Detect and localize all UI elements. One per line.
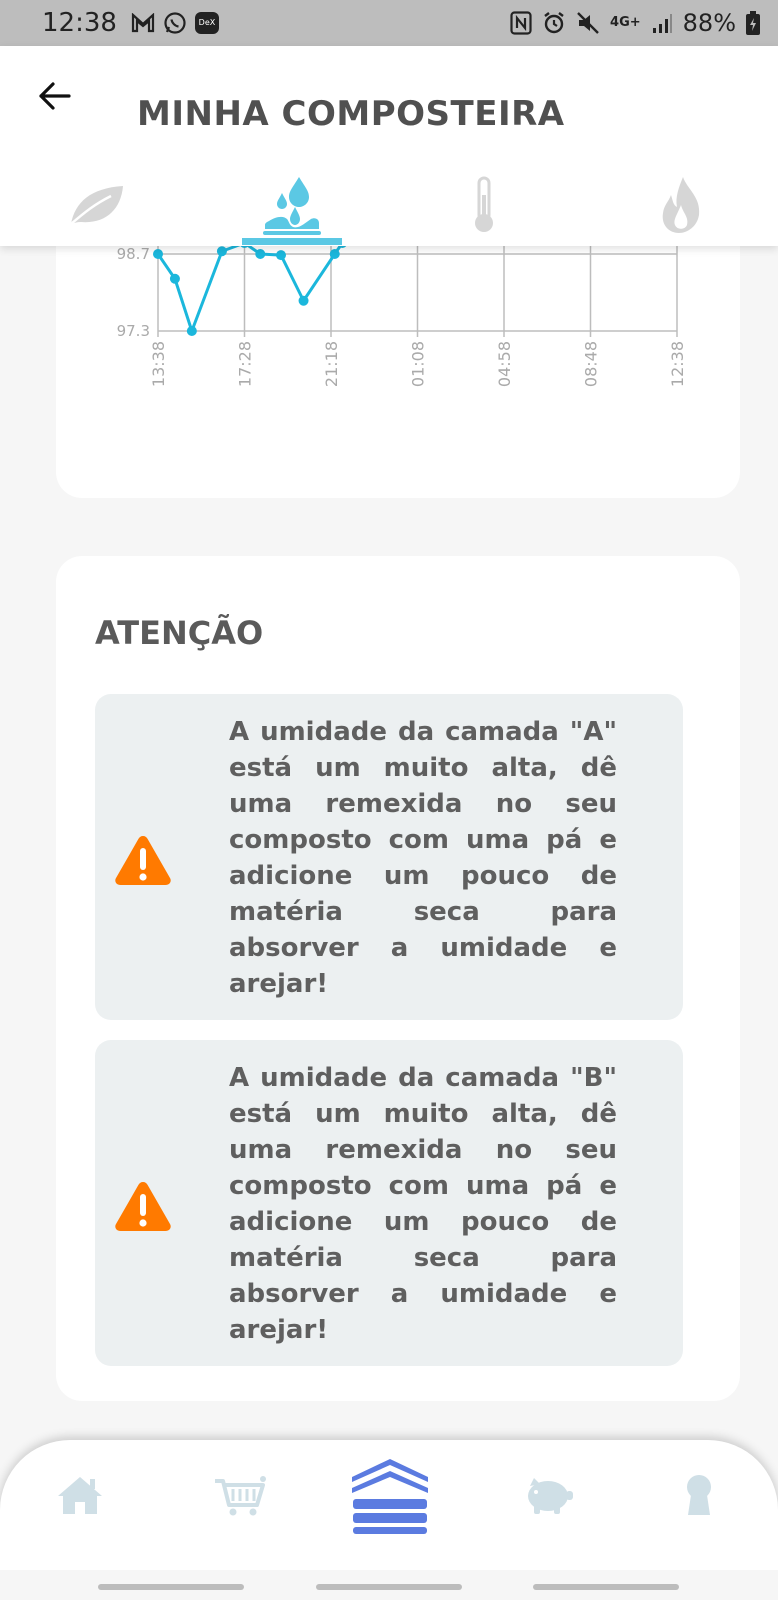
piggy-bank-icon xyxy=(528,1478,573,1514)
signal-icon xyxy=(652,14,672,33)
x-tick-label: 08:48 xyxy=(582,341,601,387)
status-left-icons: DeX xyxy=(131,11,219,35)
app-bar: MINHA COMPOSTEIRA xyxy=(0,46,778,246)
x-tick-label: 12:38 xyxy=(668,341,687,387)
warning-icon xyxy=(115,1182,171,1231)
app-screen: 12:38 DeX 4G+ 88% 13:38 17:28 21:18 01:08 04… xyxy=(0,0,778,1600)
page-title: MINHA COMPOSTEIRA xyxy=(137,94,565,134)
home-icon xyxy=(58,1477,102,1514)
dex-icon: DeX xyxy=(194,12,219,34)
x-tick-label: 21:18 xyxy=(322,341,341,387)
tab-leaf[interactable] xyxy=(36,164,156,246)
status-bar: 12:38 DeX 4G+ 88% xyxy=(0,0,778,46)
flame-icon xyxy=(662,177,700,233)
gesture-pill-center xyxy=(316,1584,462,1590)
nfc-icon xyxy=(510,11,532,35)
mute-icon xyxy=(577,12,599,34)
nav-savings[interactable] xyxy=(503,1440,593,1550)
warning-icon xyxy=(115,836,171,885)
status-time: 12:38 xyxy=(42,8,117,38)
back-button[interactable] xyxy=(34,76,74,116)
alarm-icon xyxy=(544,12,564,34)
gesture-bar xyxy=(0,1570,778,1600)
alerts-title: ATENÇÃO xyxy=(95,614,264,652)
data-point xyxy=(275,250,286,261)
tab-gas[interactable] xyxy=(621,164,741,246)
alert-message: A umidade da camada "B" está um muito al… xyxy=(229,1063,617,1345)
x-tick-label: 01:08 xyxy=(409,341,428,387)
layers-icon xyxy=(352,1459,428,1534)
x-tick-label: 13:38 xyxy=(149,341,168,387)
tab-temperature[interactable] xyxy=(424,164,544,246)
tab-active-indicator xyxy=(242,238,342,245)
nav-profile[interactable] xyxy=(654,1440,744,1550)
battery-icon xyxy=(746,11,760,35)
shopping-cart-icon xyxy=(215,1476,266,1516)
gmail-icon xyxy=(131,13,155,33)
y-tick-label: 97.3 xyxy=(117,322,150,340)
gesture-pill-right xyxy=(533,1584,679,1590)
data-point xyxy=(255,249,266,259)
battery-percent: 88% xyxy=(682,9,736,37)
data-point xyxy=(169,273,180,284)
category-tabs xyxy=(0,164,778,246)
tab-humidity[interactable] xyxy=(232,164,352,246)
alert-message: A umidade da camada "A" está um muito al… xyxy=(229,717,617,999)
gesture-pill-left xyxy=(98,1584,244,1590)
x-tick-label: 04:58 xyxy=(495,341,514,387)
data-point xyxy=(186,326,197,336)
data-point xyxy=(298,295,309,306)
keyhole-icon xyxy=(687,1475,711,1515)
y-tick-label: 98.7 xyxy=(117,245,150,263)
nav-composter[interactable] xyxy=(345,1440,435,1550)
x-tick-label: 17:28 xyxy=(236,341,255,387)
network-type: 4G+ xyxy=(610,15,641,30)
whatsapp-icon xyxy=(164,12,186,34)
alert-item: A umidade da camada "B" está um muito al… xyxy=(95,1040,683,1366)
nav-home[interactable] xyxy=(35,1440,125,1550)
leaf-icon xyxy=(70,186,123,225)
status-right-icons: 4G+ 88% xyxy=(510,9,760,37)
data-point xyxy=(153,249,163,259)
nav-shop[interactable] xyxy=(195,1440,285,1550)
series-line xyxy=(156,241,344,333)
alert-item: A umidade da camada "A" está um muito al… xyxy=(95,694,683,1020)
thermometer-icon xyxy=(475,176,493,232)
bottom-navigation xyxy=(0,1440,778,1570)
data-point xyxy=(329,249,340,259)
water-drops-icon xyxy=(263,177,321,235)
arrow-left-icon xyxy=(39,82,71,110)
data-point xyxy=(216,246,227,257)
